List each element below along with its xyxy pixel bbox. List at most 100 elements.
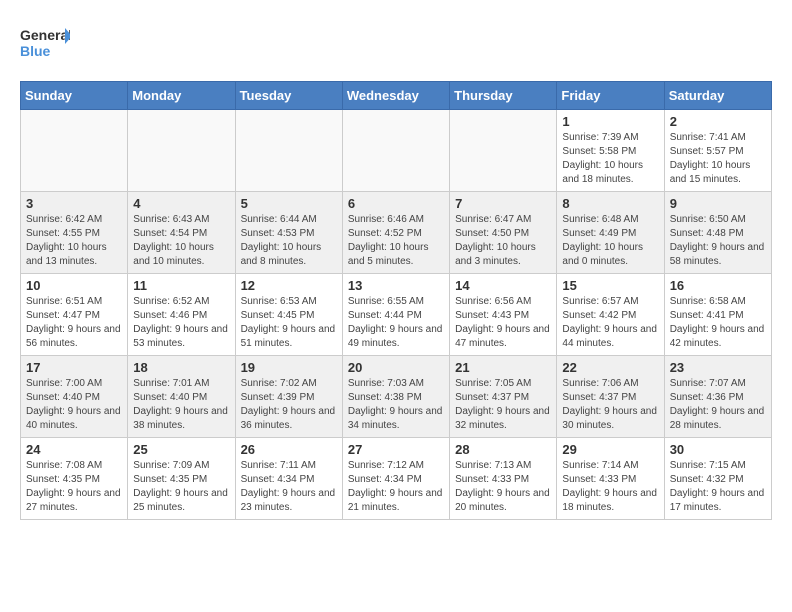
calendar-cell: 19 Sunrise: 7:02 AMSunset: 4:39 PMDayligh… xyxy=(235,356,342,438)
calendar-cell: 2 Sunrise: 7:41 AMSunset: 5:57 PMDaylight… xyxy=(664,110,771,192)
day-info: Sunrise: 7:11 AMSunset: 4:34 PMDaylight:… xyxy=(241,459,337,515)
header: General Blue xyxy=(20,20,772,65)
week-row-4: 24 Sunrise: 7:08 AMSunset: 4:35 PMDayligh… xyxy=(21,438,772,520)
day-number: 1 xyxy=(562,114,658,129)
calendar-cell: 27 Sunrise: 7:12 AMSunset: 4:34 PMDayligh… xyxy=(342,438,449,520)
svg-text:Blue: Blue xyxy=(20,43,51,59)
day-info: Sunrise: 6:43 AMSunset: 4:54 PMDaylight:… xyxy=(133,213,229,269)
day-info: Sunrise: 6:48 AMSunset: 4:49 PMDaylight:… xyxy=(562,213,658,269)
weekday-header-row: SundayMondayTuesdayWednesdayThursdayFrid… xyxy=(21,82,772,110)
week-row-2: 10 Sunrise: 6:51 AMSunset: 4:47 PMDayligh… xyxy=(21,274,772,356)
day-info: Sunrise: 6:44 AMSunset: 4:53 PMDaylight:… xyxy=(241,213,337,269)
day-number: 5 xyxy=(241,196,337,211)
calendar-cell: 30Sunrise: 7:15 AMSunset: 4:32 PMDayligh… xyxy=(664,438,771,520)
day-info: Sunrise: 7:41 AMSunset: 5:57 PMDaylight:… xyxy=(670,131,766,187)
day-info: Sunrise: 7:02 AMSunset: 4:39 PMDaylight:… xyxy=(241,377,337,433)
day-number: 20 xyxy=(348,360,444,375)
calendar-cell: 1 Sunrise: 7:39 AMSunset: 5:58 PMDaylight… xyxy=(557,110,664,192)
day-info: Sunrise: 7:12 AMSunset: 4:34 PMDaylight:… xyxy=(348,459,444,515)
svg-text:General: General xyxy=(20,27,70,43)
day-info: Sunrise: 7:15 AMSunset: 4:32 PMDaylight:… xyxy=(670,459,766,515)
day-number: 4 xyxy=(133,196,229,211)
day-info: Sunrise: 6:51 AMSunset: 4:47 PMDaylight:… xyxy=(26,295,122,351)
day-info: Sunrise: 6:53 AMSunset: 4:45 PMDaylight:… xyxy=(241,295,337,351)
calendar-cell xyxy=(235,110,342,192)
calendar-cell: 15Sunrise: 6:57 AMSunset: 4:42 PMDayligh… xyxy=(557,274,664,356)
calendar-cell: 5 Sunrise: 6:44 AMSunset: 4:53 PMDaylight… xyxy=(235,192,342,274)
day-number: 6 xyxy=(348,196,444,211)
day-info: Sunrise: 7:14 AMSunset: 4:33 PMDaylight:… xyxy=(562,459,658,515)
day-info: Sunrise: 6:55 AMSunset: 4:44 PMDaylight:… xyxy=(348,295,444,351)
week-row-1: 3Sunrise: 6:42 AMSunset: 4:55 PMDaylight… xyxy=(21,192,772,274)
weekday-header-saturday: Saturday xyxy=(664,82,771,110)
calendar-cell: 4 Sunrise: 6:43 AMSunset: 4:54 PMDaylight… xyxy=(128,192,235,274)
day-number: 10 xyxy=(26,278,122,293)
day-info: Sunrise: 6:47 AMSunset: 4:50 PMDaylight:… xyxy=(455,213,551,269)
day-number: 23 xyxy=(670,360,766,375)
day-info: Sunrise: 7:01 AMSunset: 4:40 PMDaylight:… xyxy=(133,377,229,433)
calendar-cell: 12 Sunrise: 6:53 AMSunset: 4:45 PMDayligh… xyxy=(235,274,342,356)
day-number: 2 xyxy=(670,114,766,129)
weekday-header-thursday: Thursday xyxy=(450,82,557,110)
day-number: 17 xyxy=(26,360,122,375)
calendar-cell: 23 Sunrise: 7:07 AMSunset: 4:36 PMDayligh… xyxy=(664,356,771,438)
day-number: 21 xyxy=(455,360,551,375)
day-number: 13 xyxy=(348,278,444,293)
day-info: Sunrise: 7:05 AMSunset: 4:37 PMDaylight:… xyxy=(455,377,551,433)
weekday-header-sunday: Sunday xyxy=(21,82,128,110)
day-info: Sunrise: 6:42 AMSunset: 4:55 PMDaylight:… xyxy=(26,213,122,269)
day-info: Sunrise: 7:09 AMSunset: 4:35 PMDaylight:… xyxy=(133,459,229,515)
calendar-table: SundayMondayTuesdayWednesdayThursdayFrid… xyxy=(20,81,772,520)
calendar-cell: 13 Sunrise: 6:55 AMSunset: 4:44 PMDayligh… xyxy=(342,274,449,356)
day-number: 28 xyxy=(455,442,551,457)
day-info: Sunrise: 7:07 AMSunset: 4:36 PMDaylight:… xyxy=(670,377,766,433)
day-number: 27 xyxy=(348,442,444,457)
weekday-header-monday: Monday xyxy=(128,82,235,110)
day-info: Sunrise: 7:03 AMSunset: 4:38 PMDaylight:… xyxy=(348,377,444,433)
calendar-cell: 6 Sunrise: 6:46 AMSunset: 4:52 PMDaylight… xyxy=(342,192,449,274)
calendar-cell: 14Sunrise: 6:56 AMSunset: 4:43 PMDayligh… xyxy=(450,274,557,356)
day-number: 11 xyxy=(133,278,229,293)
day-number: 18 xyxy=(133,360,229,375)
calendar-cell: 26 Sunrise: 7:11 AMSunset: 4:34 PMDayligh… xyxy=(235,438,342,520)
day-info: Sunrise: 6:46 AMSunset: 4:52 PMDaylight:… xyxy=(348,213,444,269)
day-number: 22 xyxy=(562,360,658,375)
day-info: Sunrise: 7:06 AMSunset: 4:37 PMDaylight:… xyxy=(562,377,658,433)
calendar-cell: 11Sunrise: 6:52 AMSunset: 4:46 PMDayligh… xyxy=(128,274,235,356)
day-number: 7 xyxy=(455,196,551,211)
day-number: 24 xyxy=(26,442,122,457)
calendar-cell: 16Sunrise: 6:58 AMSunset: 4:41 PMDayligh… xyxy=(664,274,771,356)
day-info: Sunrise: 7:00 AMSunset: 4:40 PMDaylight:… xyxy=(26,377,122,433)
day-info: Sunrise: 6:58 AMSunset: 4:41 PMDaylight:… xyxy=(670,295,766,351)
day-number: 26 xyxy=(241,442,337,457)
calendar-cell: 21 Sunrise: 7:05 AMSunset: 4:37 PMDayligh… xyxy=(450,356,557,438)
weekday-header-wednesday: Wednesday xyxy=(342,82,449,110)
logo: General Blue xyxy=(20,20,70,65)
day-number: 25 xyxy=(133,442,229,457)
day-number: 12 xyxy=(241,278,337,293)
day-number: 8 xyxy=(562,196,658,211)
calendar-cell: 29 Sunrise: 7:14 AMSunset: 4:33 PMDayligh… xyxy=(557,438,664,520)
day-number: 29 xyxy=(562,442,658,457)
calendar-cell: 17 Sunrise: 7:00 AMSunset: 4:40 PMDayligh… xyxy=(21,356,128,438)
day-info: Sunrise: 6:50 AMSunset: 4:48 PMDaylight:… xyxy=(670,213,766,269)
calendar-cell: 24 Sunrise: 7:08 AMSunset: 4:35 PMDayligh… xyxy=(21,438,128,520)
day-info: Sunrise: 6:57 AMSunset: 4:42 PMDaylight:… xyxy=(562,295,658,351)
logo-svg: General Blue xyxy=(20,20,70,65)
day-number: 19 xyxy=(241,360,337,375)
calendar-cell xyxy=(342,110,449,192)
day-number: 9 xyxy=(670,196,766,211)
week-row-3: 17 Sunrise: 7:00 AMSunset: 4:40 PMDayligh… xyxy=(21,356,772,438)
calendar-cell xyxy=(21,110,128,192)
calendar-cell: 25 Sunrise: 7:09 AMSunset: 4:35 PMDayligh… xyxy=(128,438,235,520)
calendar-cell: 28Sunrise: 7:13 AMSunset: 4:33 PMDayligh… xyxy=(450,438,557,520)
day-info: Sunrise: 6:56 AMSunset: 4:43 PMDaylight:… xyxy=(455,295,551,351)
day-info: Sunrise: 7:39 AMSunset: 5:58 PMDaylight:… xyxy=(562,131,658,187)
calendar-cell: 22 Sunrise: 7:06 AMSunset: 4:37 PMDayligh… xyxy=(557,356,664,438)
calendar-cell: 9 Sunrise: 6:50 AMSunset: 4:48 PMDaylight… xyxy=(664,192,771,274)
calendar-cell: 18 Sunrise: 7:01 AMSunset: 4:40 PMDayligh… xyxy=(128,356,235,438)
weekday-header-friday: Friday xyxy=(557,82,664,110)
weekday-header-tuesday: Tuesday xyxy=(235,82,342,110)
day-info: Sunrise: 7:08 AMSunset: 4:35 PMDaylight:… xyxy=(26,459,122,515)
calendar-cell: 3Sunrise: 6:42 AMSunset: 4:55 PMDaylight… xyxy=(21,192,128,274)
